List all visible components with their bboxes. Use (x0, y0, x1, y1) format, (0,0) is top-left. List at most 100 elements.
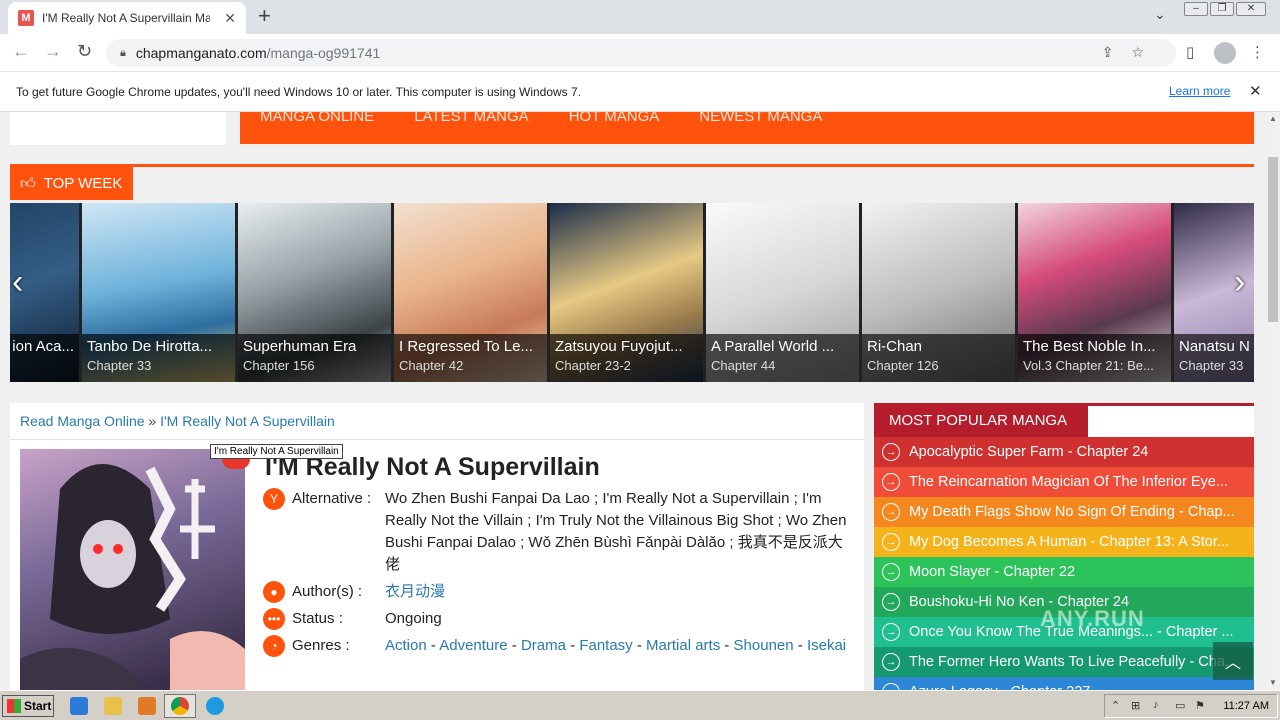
slider-card[interactable]: The Best Noble In... Vol.3 Chapter 21: Be… (1018, 203, 1171, 382)
breadcrumb-current-link[interactable]: I'M Really Not A Supervillain (160, 413, 335, 429)
start-button[interactable]: Start (2, 695, 54, 717)
top-week-slider: ion Aca... Tanbo De Hirotta... Chapter 33… (10, 203, 1254, 382)
popular-manga-link[interactable]: The Reincarnation Magician Of The Inferi… (909, 474, 1249, 490)
chrome-icon (171, 697, 189, 715)
minimize-button[interactable]: – (1184, 2, 1208, 16)
top-week-heading: 👍︎ TOP WEEK (10, 167, 133, 200)
slider-card[interactable]: Superhuman Era Chapter 156 (238, 203, 391, 382)
slider-card[interactable]: Zatsuyou Fuyojut... Chapter 23-2 (550, 203, 703, 382)
genre-link[interactable]: Action (385, 637, 427, 654)
slider-next-icon[interactable]: › (1234, 263, 1245, 302)
bookmark-star-icon[interactable]: ☆ (1131, 44, 1162, 60)
genres-list: Action - Adventure - Drama - Fantasy - M… (385, 635, 855, 657)
sidebar-toggle-icon[interactable]: ▯ (1186, 43, 1194, 61)
thumbs-up-icon: 👍︎ (20, 174, 36, 192)
popular-manga-link[interactable]: My Death Flags Show No Sign Of Ending - … (909, 504, 1249, 520)
media-player-icon[interactable] (138, 697, 156, 715)
genre-link[interactable]: Isekai (807, 637, 846, 654)
manga-cover-image (20, 449, 245, 690)
genres-label: Genres : (292, 637, 350, 654)
popular-manga-item[interactable]: →Azure Legacy - Chapter 227 (874, 677, 1254, 690)
network-icon[interactable]: ⊞ (1131, 699, 1140, 712)
scroll-down-icon[interactable]: ▼ (1269, 678, 1277, 687)
genre-link[interactable]: Shounen (734, 637, 794, 654)
slider-card[interactable]: Ri-Chan Chapter 126 (862, 203, 1015, 382)
slider-title: Ri-Chan (867, 338, 923, 355)
profile-avatar[interactable] (1214, 42, 1236, 64)
menu-item-newest-manga[interactable]: NEWEST MANGA (699, 112, 822, 125)
tab-close-icon[interactable]: ✕ (224, 10, 236, 27)
slider-card[interactable]: A Parallel World ... Chapter 44 (706, 203, 859, 382)
slider-card[interactable]: Tanbo De Hirotta... Chapter 33 (82, 203, 235, 382)
restore-button[interactable]: ❐ (1210, 2, 1234, 16)
battery-icon[interactable]: ▭ (1175, 699, 1185, 712)
slider-title: ion Aca... (12, 338, 74, 355)
volume-icon[interactable]: ♪ (1153, 699, 1159, 711)
anyrun-watermark: ANY.RUN (1040, 606, 1145, 631)
arrow-circle-icon: → (882, 563, 900, 581)
popular-manga-item[interactable]: → My Death Flags Show No Sign Of Ending -… (874, 497, 1254, 527)
address-bar[interactable]: 🔒︎ chapmanganato.com/manga-og991741 ⇪☆ (106, 39, 1176, 67)
popular-manga-item[interactable]: → Apocalyptic Super Farm - Chapter 24 (874, 437, 1254, 467)
scroll-to-top-button[interactable]: ︿ (1213, 642, 1253, 680)
breadcrumb-home-link[interactable]: Read Manga Online (20, 413, 145, 429)
genre-link[interactable]: Fantasy (579, 637, 632, 654)
learn-more-link[interactable]: Learn more (1169, 84, 1230, 98)
menu-item-manga-online[interactable]: MANGA ONLINE (260, 112, 374, 125)
slider-card[interactable]: I Regressed To Le... Chapter 42 (394, 203, 547, 382)
browser-tab[interactable]: M I'M Really Not A Supervillain Manga O … (8, 2, 246, 34)
edge-icon[interactable] (206, 697, 224, 715)
author-icon: ● (263, 581, 285, 603)
menu-kebab-icon[interactable]: ⋮ (1250, 43, 1265, 61)
breadcrumb: Read Manga Online » I'M Really Not A Sup… (20, 413, 335, 429)
start-label: Start (24, 699, 52, 713)
share-icon[interactable]: ⇪ (1102, 44, 1132, 60)
author-link[interactable]: 衣月动漫 (385, 583, 445, 600)
window-close-button[interactable]: ✕ (1236, 2, 1266, 16)
explorer-folder-icon[interactable] (104, 697, 122, 715)
back-arrow-icon[interactable]: ← (12, 41, 30, 62)
action-center-flag-icon[interactable]: ⚑ (1195, 699, 1205, 712)
infobar-message: To get future Google Chrome updates, you… (16, 84, 582, 99)
slider-title: The Best Noble In... (1023, 338, 1156, 355)
main-menu: MANGA ONLINE LATEST MANGA HOT MANGA NEWE… (240, 112, 1254, 144)
windows-taskbar: Start ⌃ ⊞ ♪ ▭ ⚑ 11:27 AM (0, 690, 1280, 720)
popular-manga-item[interactable]: → My Dog Becomes A Human - Chapter 13: A … (874, 527, 1254, 557)
slider-chapter: Chapter 33 (1179, 358, 1244, 373)
genre-link[interactable]: Drama (521, 637, 566, 654)
infobar-close-icon[interactable]: ✕ (1249, 82, 1262, 100)
slider-prev-icon[interactable]: ‹ (12, 263, 23, 302)
menu-item-hot-manga[interactable]: HOT MANGA (569, 112, 660, 125)
genre-link[interactable]: Adventure (439, 637, 507, 654)
cover-tooltip: I'm Really Not A Supervillain (210, 444, 343, 459)
ie-icon[interactable] (70, 697, 88, 715)
most-popular-panel: MOST POPULAR MANGA → Apocalyptic Super Fa… (874, 403, 1254, 690)
new-tab-button[interactable]: + (258, 5, 271, 27)
menu-item-latest-manga[interactable]: LATEST MANGA (414, 112, 528, 125)
forward-arrow-icon[interactable]: → (44, 41, 62, 62)
site-logo[interactable] (10, 112, 226, 145)
genre-separator: - (511, 637, 517, 654)
popular-manga-link[interactable]: Moon Slayer - Chapter 22 (909, 564, 1249, 580)
popular-manga-link[interactable]: Apocalyptic Super Farm - Chapter 24 (909, 444, 1249, 460)
popular-manga-item[interactable]: → The Former Hero Wants To Live Peacefull… (874, 647, 1254, 677)
popular-manga-item[interactable]: → Moon Slayer - Chapter 22 (874, 557, 1254, 587)
browser-tabbar: M I'M Really Not A Supervillain Manga O … (0, 0, 1280, 34)
popular-manga-item[interactable]: → The Reincarnation Magician Of The Infer… (874, 467, 1254, 497)
scroll-up-icon[interactable]: ▲ (1269, 114, 1277, 123)
genre-link[interactable]: Martial arts (646, 637, 720, 654)
popular-manga-link[interactable]: The Former Hero Wants To Live Peacefully… (909, 654, 1249, 670)
page-scrollbar[interactable]: ▲ ▼ (1266, 112, 1280, 690)
reload-icon[interactable]: ↻ (77, 41, 92, 62)
scrollbar-thumb[interactable] (1268, 157, 1278, 322)
popular-manga-link[interactable]: My Dog Becomes A Human - Chapter 13: A S… (909, 534, 1249, 550)
manga-info-panel: Read Manga Online » I'M Really Not A Sup… (10, 403, 864, 690)
tray-expand-icon[interactable]: ⌃ (1111, 699, 1120, 712)
slider-chapter: Chapter 23-2 (555, 358, 631, 373)
url-host: chapmanganato.com (135, 45, 267, 61)
tab-search-chevron-icon[interactable]: ⌄ (1154, 6, 1166, 23)
alternative-value: Wo Zhen Bushi Fanpai Da Lao ; I'm Really… (385, 490, 847, 573)
alternative-row: Y Alternative : Wo Zhen Bushi Fanpai Da … (263, 488, 853, 578)
tab-title: I'M Really Not A Supervillain Manga O (42, 11, 210, 25)
site-favicon-icon: M (18, 10, 34, 26)
